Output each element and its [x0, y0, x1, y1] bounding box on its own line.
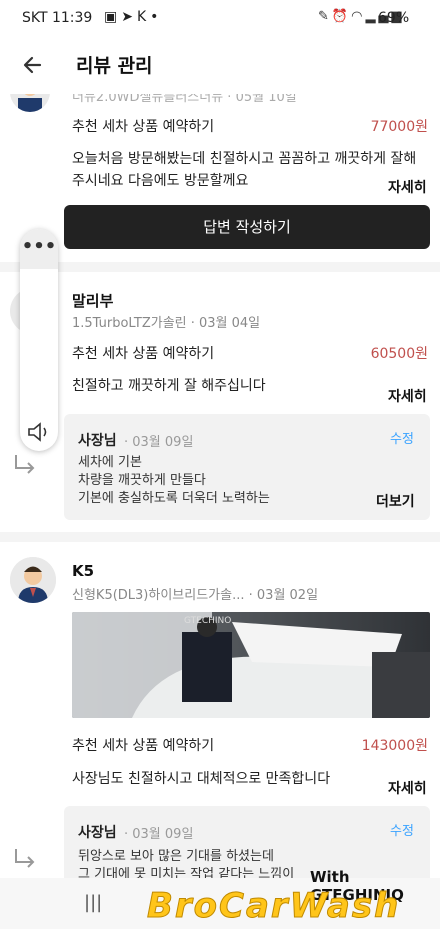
review-content: 오늘처음 방문해봤는데 친절하시고 꼼꼼하고 깨끗하게 잘해 주시네요 다음에도…: [72, 148, 438, 192]
detail-link[interactable]: 자세히: [388, 778, 427, 798]
page-title: 리뷰 관리: [76, 55, 153, 77]
review-price: 77000원: [370, 119, 428, 135]
k-icon: K: [136, 9, 151, 25]
reply-text: 세차에 기본 차량을 깨끗하게 만들다 기본에 충실하도록 더욱더 노력하는: [78, 454, 270, 508]
section-divider: [0, 532, 440, 542]
reply-text-line: 뒤앙스로 보아 많은 기대를 하셨는데: [78, 849, 274, 864]
status-bar: SKT 11:39 ▣➤K• ✎⏰◠▂▄▆ 69%: [0, 0, 440, 38]
reply-text-line: 차량을 깨끗하게 만들다: [78, 473, 206, 488]
review-photo[interactable]: GTECHINO: [72, 612, 430, 718]
reply-arrow-icon: [12, 452, 38, 484]
review-content: 사장님도 친절하시고 대체적으로 만족합니다: [72, 771, 331, 787]
battery-level: 69%: [378, 10, 410, 26]
carrier-time: SKT 11:39: [22, 10, 93, 26]
watermark-brand: BroCarWash: [146, 886, 401, 927]
recent-apps-icon[interactable]: |||: [84, 892, 102, 913]
photo-icon: ▣: [104, 9, 122, 25]
reply-date: · 03월 09일: [124, 435, 194, 450]
reply-owner: 사장님: [78, 825, 117, 841]
review-content-line: 주시네요 다음에도 방문할께요: [72, 173, 249, 189]
notification-icons: ▣➤K•: [104, 9, 162, 25]
detail-link[interactable]: 자세히: [388, 177, 427, 197]
review-price: 143000원: [361, 738, 428, 754]
review-product: 추천 세차 상품 예약하기: [72, 738, 215, 754]
more-dots-icon[interactable]: •••: [20, 229, 58, 269]
review-content-line: 오늘처음 방문해봤는데 친절하시고 꼼꼼하고 깨끗하게 잘해: [72, 151, 417, 167]
alarm-icon: ⏰: [331, 9, 352, 24]
section-divider: [0, 262, 440, 272]
more-link[interactable]: 더보기: [376, 491, 415, 511]
review-product: 추천 세차 상품 예약하기: [72, 119, 215, 135]
reply-owner: 사장님: [78, 433, 117, 449]
back-arrow-icon[interactable]: [18, 50, 48, 80]
wifi-icon: ◠: [351, 9, 366, 24]
photo-caption: GTECHINO: [184, 616, 232, 626]
app-header: 리뷰 관리: [0, 38, 440, 94]
reviewer-name: 말리부: [72, 292, 114, 310]
reply-date: · 03월 09일: [124, 827, 194, 842]
review-meta: 1.5TurboLTZ가솔린 · 03월 04일: [72, 316, 261, 331]
detail-link[interactable]: 자세히: [388, 386, 427, 406]
edit-reply-link[interactable]: 수정: [390, 820, 414, 839]
review-meta: 신형K5(DL3)하이브리드가솔... · 03월 02일: [72, 588, 319, 603]
reviewer-avatar: [10, 557, 56, 603]
write-reply-button[interactable]: 답변 작성하기: [64, 205, 430, 249]
reviewer-name: K5: [72, 562, 95, 580]
review-product: 추천 세차 상품 예약하기: [72, 346, 215, 362]
floating-accessibility-panel[interactable]: •••: [20, 229, 58, 451]
dot-icon: •: [150, 9, 163, 25]
review-content: 친절하고 깨끗하게 잘 해주십니다: [72, 378, 266, 394]
reply-text-line: 세차에 기본: [78, 455, 142, 470]
send-icon: ➤: [121, 9, 137, 25]
pen-icon: ✎: [318, 9, 332, 24]
edit-reply-link[interactable]: 수정: [390, 428, 414, 447]
reply-text-line: 기본에 충실하도록 더욱더 노력하는: [78, 491, 270, 506]
review-price: 60500원: [370, 346, 428, 362]
volume-icon[interactable]: [26, 421, 52, 443]
reply-arrow-icon: [12, 846, 38, 878]
owner-reply-box: 사장님 · 03월 09일 수정 세차에 기본 차량을 깨끗하게 만들다 기본에…: [64, 414, 430, 520]
